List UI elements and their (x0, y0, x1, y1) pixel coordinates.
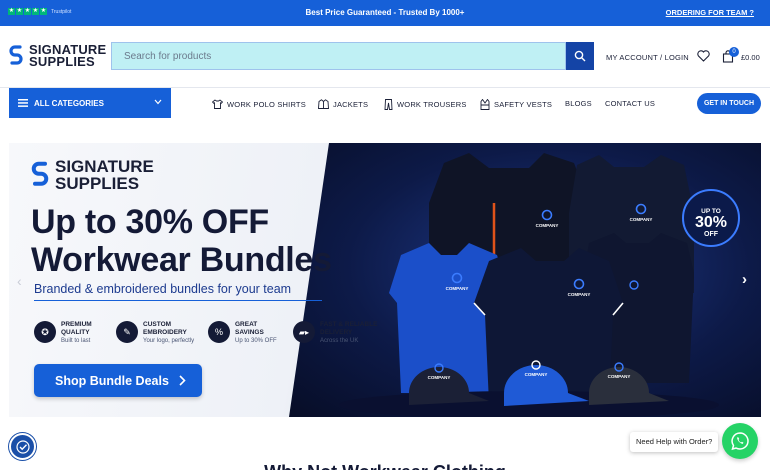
hero-headline: Up to 30% OFF Workwear Bundles (31, 203, 332, 279)
logo-line2: SUPPLIES (29, 54, 95, 69)
hero-banner[interactable]: COMPANY COMPANY COMPANY COMPANY COMPANY COMPA… (9, 143, 761, 417)
garment-company-label: COMPANY (630, 217, 653, 222)
logo-mark-icon (31, 161, 49, 186)
nav-label: WORK TROUSERS (397, 100, 467, 109)
feature-title: SAVINGS (235, 329, 264, 336)
whatsapp-help-bubble[interactable]: Need Help with Order? (630, 432, 719, 452)
search-input[interactable] (111, 42, 566, 70)
tag-icon: % (208, 321, 230, 343)
hero-logo: SIGNATURE SUPPLIES (31, 158, 154, 192)
hero-headline-line1: Up to 30% OFF (31, 203, 269, 241)
nav-label: WORK POLO SHIRTS (227, 99, 306, 109)
nav-jackets[interactable]: JACKETS (318, 99, 368, 109)
nav-safety-vests[interactable]: SAFETY VESTS (480, 99, 552, 110)
garment-company-label: COMPANY (446, 286, 469, 291)
chevron-right-icon (179, 375, 186, 386)
medal-icon: ✪ (34, 321, 56, 343)
hero-subheadline: Branded & embroidered bundles for your t… (34, 282, 292, 296)
promo-text: Best Price Guaranteed - Trusted By 1000+ (305, 8, 465, 17)
search-button[interactable] (566, 42, 594, 70)
top-announcement-bar: ★ ★ ★ ★ ★ Trustpilot Best Price Guaranteed -… (0, 0, 770, 26)
feature-title: EMBROIDERY (143, 329, 187, 336)
nav-contact-us[interactable]: CONTACT US (605, 99, 655, 108)
menu-hamburger-icon (18, 99, 28, 107)
whatsapp-chat-button[interactable] (722, 423, 758, 459)
nav-label: CONTACT US (605, 99, 656, 108)
garment-company-label: COMPANY (608, 374, 631, 379)
logo-mark-icon (9, 45, 23, 65)
shop-bundle-deals-label: Shop Bundle Deals (55, 373, 169, 388)
hero-subheadline-rule (34, 300, 322, 301)
nav-work-trousers[interactable]: WORK TROUSERS (384, 99, 467, 110)
garment-company-label: COMPANY (525, 372, 548, 377)
vest-icon (480, 99, 490, 110)
shop-bundle-deals-button[interactable]: Shop Bundle Deals (34, 364, 202, 397)
hero-logo-line2: SUPPLIES (55, 174, 140, 193)
section-heading: Why Not Workwear Clothing (0, 462, 770, 470)
cart-count-badge: 0 (729, 47, 739, 57)
feature-title: CUSTOM (143, 321, 172, 328)
feature-title: QUALITY (61, 329, 90, 336)
ordering-for-team-link[interactable]: ORDERING FOR TEAM ? (666, 8, 754, 17)
carousel-prev-arrow-icon[interactable]: ‹ (17, 273, 22, 289)
badge-off: OFF (704, 231, 718, 238)
cart-total[interactable]: £0.00 (741, 53, 760, 62)
feature-fast-delivery: ▰▸ FAST & RELIABLE DELIVERY Across the U… (293, 321, 377, 345)
account-login-link[interactable]: MY ACCOUNT / LOGIN (606, 53, 689, 62)
needle-icon: ✎ (116, 321, 138, 343)
polo-shirt-icon (212, 99, 223, 109)
garment-company-label: COMPANY (536, 223, 559, 228)
feature-great-savings: % GREAT SAVINGS Up to 30% OFF (208, 321, 277, 345)
nav-work-polo-shirts[interactable]: WORK POLO SHIRTS (212, 99, 306, 109)
feature-title: DELIVERY (320, 329, 353, 336)
workwear-bundle-illustration: COMPANY COMPANY COMPANY COMPANY COMPANY COMPA… (339, 153, 719, 417)
search-bar (111, 42, 594, 70)
accessibility-widget-button[interactable] (9, 433, 36, 460)
nav-label: JACKETS (333, 99, 369, 109)
search-icon (574, 50, 586, 62)
all-categories-label: ALL CATEGORIES (34, 98, 104, 108)
feature-title: PREMIUM (61, 321, 92, 328)
feature-subtitle: Across the UK (320, 338, 359, 344)
feature-subtitle: Built to last (61, 338, 91, 344)
feature-custom-embroidery: ✎ CUSTOM EMBROIDERY Your logo, perfectly (116, 321, 194, 345)
nav-blogs[interactable]: BLOGS (565, 99, 592, 108)
feature-title: GREAT (235, 321, 258, 328)
carousel-next-arrow-icon[interactable]: › (742, 271, 747, 288)
jacket-icon (318, 99, 329, 109)
feature-title: FAST & RELIABLE (320, 321, 378, 328)
garment-company-label: COMPANY (428, 375, 451, 380)
wishlist-heart-icon[interactable] (697, 50, 710, 62)
get-in-touch-button[interactable]: GET IN TOUCH (697, 93, 761, 114)
hero-headline-line2: Workwear Bundles (31, 241, 332, 279)
hero-logo-line1: SIGNATURE (55, 157, 154, 176)
feature-subtitle: Your logo, perfectly (143, 338, 195, 344)
nav-label: SAFETY VESTS (494, 100, 553, 109)
whatsapp-icon (731, 432, 749, 451)
truck-icon: ▰▸ (293, 321, 315, 343)
all-categories-dropdown[interactable]: ALL CATEGORIES (9, 88, 171, 118)
site-logo[interactable]: SIGNATURE SUPPLIES (9, 43, 106, 69)
badge-percent: 30% (694, 214, 728, 231)
chevron-down-icon (154, 99, 162, 105)
discount-badge: UP TO 30% OFF (682, 189, 740, 247)
trousers-icon (384, 99, 393, 110)
accessibility-icon (15, 439, 30, 454)
feature-premium-quality: ✪ PREMIUM QUALITY Built to last (34, 321, 92, 345)
feature-subtitle: Up to 30% OFF (235, 338, 277, 344)
nav-label: BLOGS (565, 99, 592, 108)
garment-company-label: COMPANY (568, 292, 591, 297)
